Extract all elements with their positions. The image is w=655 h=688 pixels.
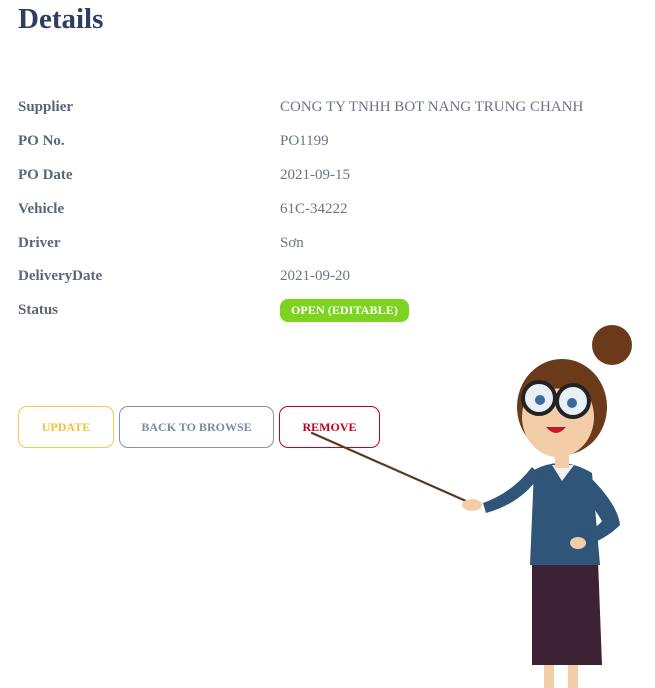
- po-date-value: 2021-09-15: [280, 166, 350, 183]
- details-page: Details Supplier CONG TY TNHH BOT NANG T…: [0, 0, 655, 688]
- right-eye: [567, 398, 577, 408]
- driver-label: Driver: [18, 234, 61, 251]
- status-label: Status: [18, 302, 59, 319]
- skirt: [532, 560, 602, 665]
- detail-row-vehicle: Vehicle 61C-34222: [18, 192, 638, 226]
- detail-row-driver: Driver Sơn: [18, 226, 638, 260]
- page-title: Details: [18, 3, 104, 35]
- detail-row-supplier: Supplier CONG TY TNHH BOT NANG TRUNG CHA…: [18, 91, 638, 125]
- po-no-label: PO No.: [18, 133, 65, 150]
- detail-row-po-date: PO Date 2021-09-15: [18, 159, 638, 193]
- details-list: Supplier CONG TY TNHH BOT NANG TRUNG CHA…: [18, 91, 638, 328]
- hip-hand: [570, 537, 586, 549]
- back-to-browse-button[interactable]: BACK TO BROWSE: [119, 406, 274, 448]
- delivery-date-value: 2021-09-20: [280, 268, 350, 285]
- teacher-illustration: [310, 325, 632, 688]
- po-date-label: PO Date: [18, 166, 73, 183]
- pointing-arm: [483, 467, 540, 513]
- detail-row-po-no: PO No. PO1199: [18, 125, 638, 159]
- detail-row-delivery-date: DeliveryDate 2021-09-20: [18, 260, 638, 294]
- hair-bun: [592, 325, 632, 365]
- vehicle-label: Vehicle: [18, 200, 65, 217]
- pointing-hand: [462, 499, 482, 511]
- left-eye: [535, 395, 545, 405]
- glasses-bridge: [553, 397, 559, 402]
- driver-value: Sơn: [280, 234, 304, 251]
- update-button[interactable]: UPDATE: [18, 406, 114, 448]
- delivery-date-label: DeliveryDate: [18, 268, 103, 285]
- supplier-label: Supplier: [18, 99, 74, 116]
- po-no-value: PO1199: [280, 133, 329, 150]
- supplier-value: CONG TY TNHH BOT NANG TRUNG CHANH: [280, 99, 584, 116]
- vehicle-value: 61C-34222: [280, 200, 348, 217]
- pointer-stick: [310, 431, 477, 507]
